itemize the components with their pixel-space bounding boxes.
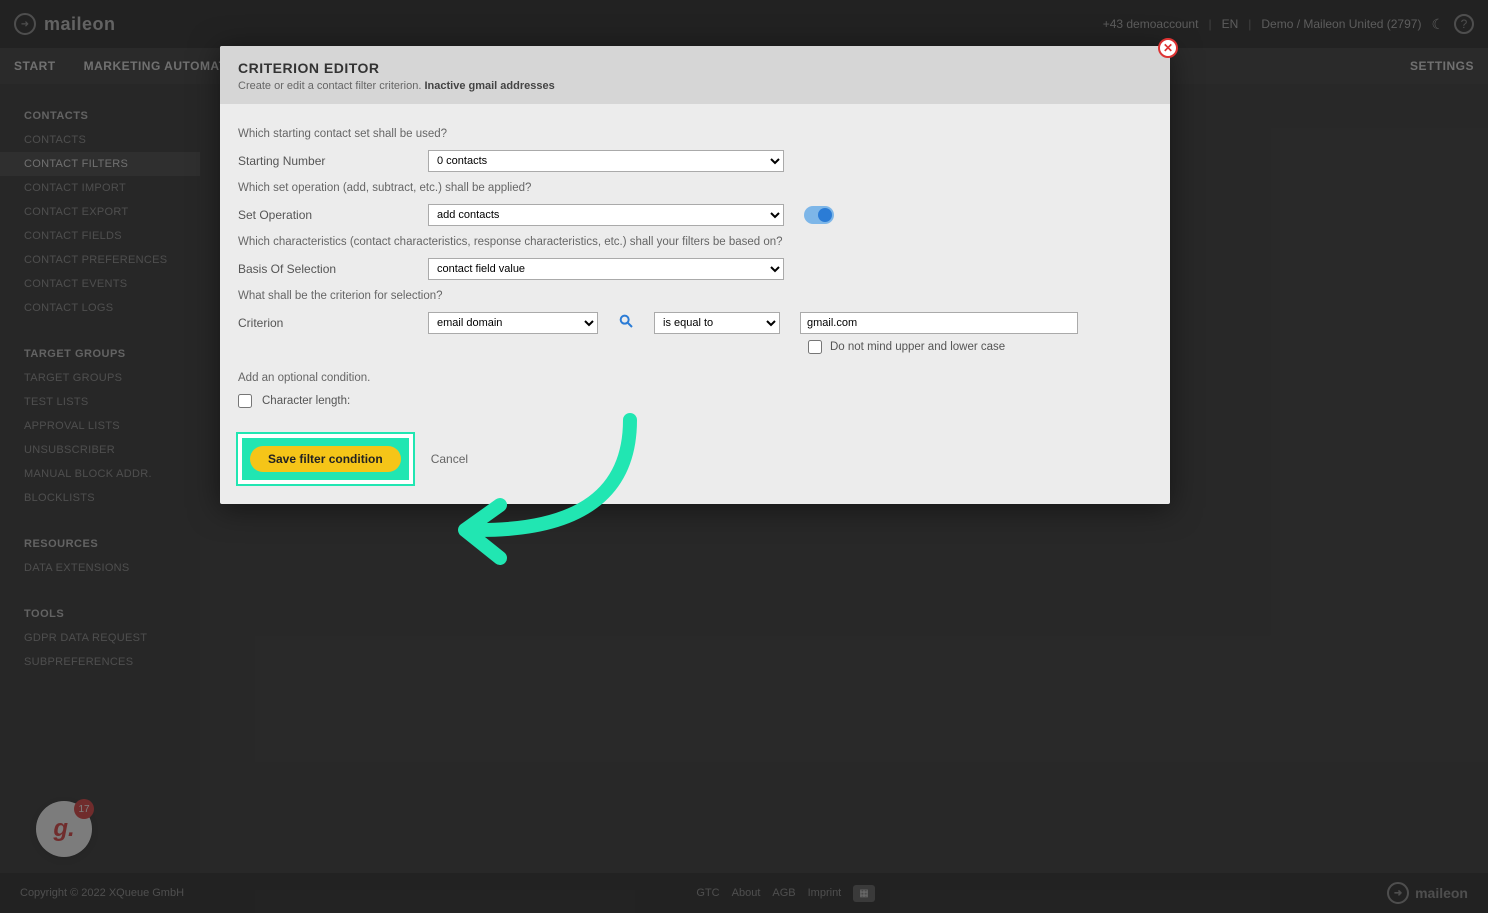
modal-subtitle: Create or edit a contact filter criterio… <box>238 80 1152 92</box>
ignore-case-checkbox[interactable] <box>808 340 822 354</box>
label-criterion: Criterion <box>238 316 408 330</box>
set-operation-toggle[interactable] <box>804 206 834 224</box>
modal-body: Which starting contact set shall be used… <box>220 104 1170 504</box>
modal-subtitle-emph: Inactive gmail addresses <box>424 80 554 92</box>
basis-of-selection-select[interactable]: contact field value <box>428 258 784 280</box>
question-optional-condition: Add an optional condition. <box>238 372 1152 384</box>
modal-subtitle-prefix: Create or edit a contact filter criterio… <box>238 80 424 92</box>
ignore-case-label: Do not mind upper and lower case <box>830 341 1005 353</box>
question-criterion: What shall be the criterion for selectio… <box>238 290 1152 302</box>
question-starting-set: Which starting contact set shall be used… <box>238 128 1152 140</box>
label-basis-of-selection: Basis Of Selection <box>238 262 408 276</box>
label-set-operation: Set Operation <box>238 208 408 222</box>
question-basis: Which characteristics (contact character… <box>238 236 1152 248</box>
criterion-value-input[interactable] <box>800 312 1078 334</box>
save-filter-button[interactable]: Save filter condition <box>250 446 401 472</box>
set-operation-select[interactable]: add contacts <box>428 204 784 226</box>
label-starting-number: Starting Number <box>238 154 408 168</box>
criterion-editor-modal: ✕ CRITERION EDITOR Create or edit a cont… <box>220 46 1170 504</box>
modal-header: CRITERION EDITOR Create or edit a contac… <box>220 46 1170 104</box>
criterion-operator-select[interactable]: is equal to <box>654 312 780 334</box>
save-highlight-annotation: Save filter condition <box>238 434 413 484</box>
cancel-link[interactable]: Cancel <box>431 452 468 466</box>
criterion-field-select[interactable]: email domain <box>428 312 598 334</box>
question-set-operation: Which set operation (add, subtract, etc.… <box>238 182 1152 194</box>
char-length-label: Character length: <box>262 395 350 407</box>
starting-number-select[interactable]: 0 contacts <box>428 150 784 172</box>
modal-title: CRITERION EDITOR <box>238 60 1152 76</box>
close-icon[interactable]: ✕ <box>1158 38 1178 58</box>
char-length-checkbox[interactable] <box>238 394 252 408</box>
search-icon[interactable] <box>618 313 634 334</box>
